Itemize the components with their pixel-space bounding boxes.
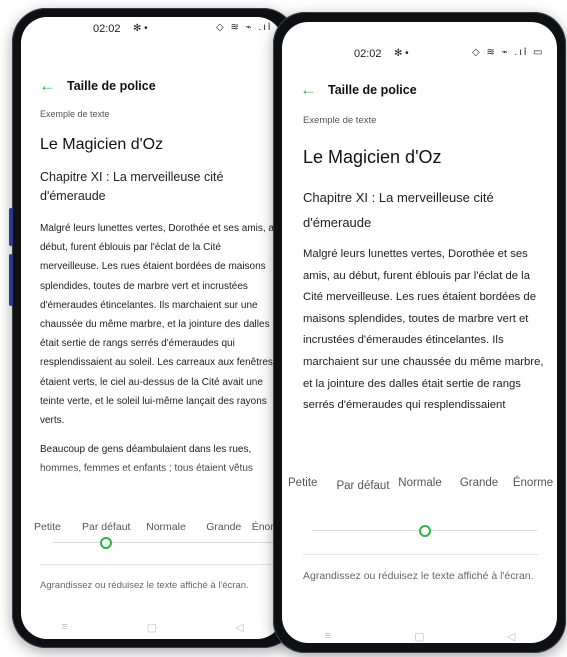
chapter-title: Chapitre XI : La merveilleuse cité d'éme… [303,190,494,230]
app-header: ← Taille de police [282,79,557,101]
status-extras: ✻ • [133,23,148,34]
page-title: Taille de police [67,79,156,93]
page-title: Taille de police [328,83,417,97]
home-icon[interactable]: ▢ [132,621,172,634]
divider [40,564,283,565]
side-button [9,254,13,306]
side-button [9,208,13,246]
status-icons: ◇ ≋ ⌁ .ıl ▭ [472,47,545,58]
size-option-grande[interactable]: Grande [196,521,252,533]
sample-label: Exemple de texte [40,109,110,119]
back-nav-icon[interactable]: ◁ [219,621,259,634]
phone-front: 02:02 ✻ • ◇ ≋ ⌁ .ıl ▭ ← Taille de police… [273,12,566,653]
status-icons: ◇ ≋ ⌁ .ıl ▭ [216,22,283,33]
hint-text: Agrandissez ou réduisez le texte affiché… [40,580,249,591]
chapter-title: Chapitre XI : La merveilleuse cité d'éme… [40,170,224,204]
status-extras: ✻ • [394,48,409,59]
sample-paragraph-1: Malgré leurs lunettes vertes, Dorothée e… [40,223,280,427]
back-arrow-icon[interactable]: ← [300,80,322,100]
size-option-enorme[interactable]: Énorme [508,477,557,495]
status-bar: 02:02 ✻ • ◇ ≋ ⌁ .ıl ▭ [282,22,557,60]
screen-back: 02:02 ✻ • ◇ ≋ ⌁ .ıl ▭ ← Taille de police… [21,17,283,639]
font-size-slider-thumb[interactable] [419,525,431,537]
font-size-options: Petite Par défaut Normale Grande Énorme [34,521,283,533]
sample-label: Exemple de texte [303,115,377,126]
font-size-options: Petite Par défaut Normale Grande Énorme [288,477,557,495]
menu-icon[interactable]: ≡ [308,630,348,643]
screen-front: 02:02 ✻ • ◇ ≋ ⌁ .ıl ▭ ← Taille de police… [282,22,557,643]
menu-icon[interactable]: ≡ [45,621,85,634]
status-time: 02:02 [354,48,382,60]
nav-bar: ≡ ▢ ◁ [282,630,557,643]
size-option-petite[interactable]: Petite [288,477,336,495]
size-option-par-defaut[interactable]: Par défaut [76,521,136,533]
status-time: 02:02 [93,23,121,35]
text-fade [282,422,557,456]
book-title: Le Magicien d'Oz [303,147,442,167]
back-nav-icon[interactable]: ◁ [491,630,531,643]
size-option-normale[interactable]: Normale [390,477,450,495]
text-fade [21,462,283,496]
nav-bar: ≡ ▢ ◁ [21,621,283,634]
font-size-slider-track[interactable] [53,542,283,543]
font-size-slider-thumb[interactable] [100,537,112,549]
status-bar: 02:02 ✻ • ◇ ≋ ⌁ .ıl ▭ [21,17,283,41]
divider [303,554,539,555]
size-option-grande[interactable]: Grande [450,477,508,495]
back-arrow-icon[interactable]: ← [39,76,61,96]
size-option-normale[interactable]: Normale [136,521,196,533]
book-title: Le Magicien d'Oz [40,136,164,153]
phone-back: 02:02 ✻ • ◇ ≋ ⌁ .ıl ▭ ← Taille de police… [9,8,297,648]
size-option-petite[interactable]: Petite [34,521,76,533]
app-header: ← Taille de police [21,75,283,97]
sample-paragraph-1: Malgré leurs lunettes vertes, Dorothée e… [303,248,544,412]
hint-text: Agrandissez ou réduisez le texte affiché… [303,570,534,582]
size-option-par-defaut[interactable]: Par défaut [336,477,390,495]
home-icon[interactable]: ▢ [399,630,439,643]
